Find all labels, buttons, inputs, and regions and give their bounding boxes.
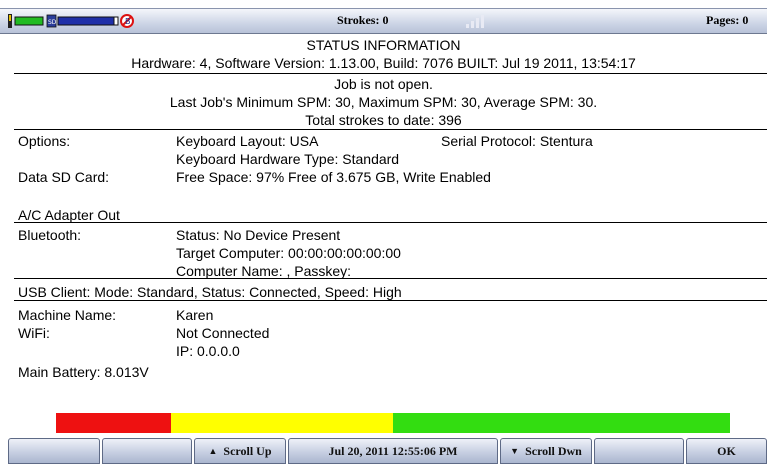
divider [14, 300, 767, 301]
machine-name-value: Karen [176, 307, 214, 323]
softkey-bar: ▲ Scroll Up Jul 20, 2011 12:55:06 PM ▼ S… [0, 436, 767, 466]
divider [14, 278, 767, 279]
serial-protocol: Serial Protocol: Stentura [441, 133, 593, 149]
bluetooth-label: Bluetooth: [18, 227, 82, 243]
keyboard-layout: Keyboard Layout: USA [176, 133, 319, 149]
machine-name-label: Machine Name: [18, 307, 117, 323]
battery-zone-yellow [171, 413, 393, 433]
down-arrow-icon: ▼ [510, 446, 520, 456]
datetime-label: Jul 20, 2011 12:55:06 PM [328, 443, 458, 458]
up-arrow-icon: ▲ [208, 446, 218, 456]
softkey-2[interactable] [102, 438, 192, 464]
hardware-info: Hardware: 4, Software Version: 1.13.00, … [131, 55, 636, 71]
battery-zone-green [393, 413, 730, 433]
battery-zone-red [56, 413, 171, 433]
sd-card-icon: SD [46, 14, 57, 28]
svg-text:B: B [125, 17, 131, 26]
scroll-down-button[interactable]: ▼ Scroll Dwn [500, 438, 592, 464]
sd-card-label: Data SD Card: [18, 169, 110, 185]
scroll-down-label: Scroll Dwn [525, 443, 582, 458]
pages-counter: Pages: 0 [706, 13, 749, 27]
status-information-panel: STATUS INFORMATION Hardware: 4, Software… [0, 36, 767, 381]
wifi-status: Not Connected [176, 325, 270, 341]
sd-card-free-space: Free Space: 97% Free of 3.675 GB, Write … [176, 169, 491, 185]
scroll-up-label: Scroll Up [223, 443, 272, 458]
scroll-up-button[interactable]: ▲ Scroll Up [194, 438, 286, 464]
top-status-bar: SD B Strokes: 0 Pages: 0 [0, 8, 767, 34]
softkey-1[interactable] [8, 438, 100, 464]
divider [14, 129, 767, 130]
battery-level-bar [56, 413, 730, 433]
strokes-counter: Strokes: 0 [337, 13, 389, 27]
wifi-ip: IP: 0.0.0.0 [176, 343, 240, 359]
bluetooth-status: Status: No Device Present [176, 227, 341, 243]
job-status: Job is not open. [334, 76, 433, 92]
keyboard-hardware-type: Keyboard Hardware Type: Standard [176, 151, 400, 167]
ok-label: OK [717, 443, 736, 458]
battery-icon [8, 14, 44, 28]
page-title: STATUS INFORMATION [306, 37, 461, 53]
datetime-display: Jul 20, 2011 12:55:06 PM [288, 438, 498, 464]
wifi-label: WiFi: [18, 325, 50, 341]
svg-text:SD: SD [48, 19, 57, 26]
divider [14, 222, 767, 223]
status-icons: SD B [8, 12, 138, 30]
signal-icon [466, 15, 484, 28]
divider [14, 73, 767, 74]
main-battery-voltage: Main Battery: 8.013V [18, 364, 149, 380]
memory-bar-icon [57, 16, 119, 26]
usb-client-info: USB Client: Mode: Standard, Status: Conn… [18, 284, 402, 300]
total-strokes: Total strokes to date: 396 [305, 112, 462, 128]
ok-button[interactable]: OK [686, 438, 767, 464]
bluetooth-target-computer: Target Computer: 00:00:00:00:00:00 [176, 245, 401, 261]
options-label: Options: [18, 133, 71, 149]
softkey-6[interactable] [594, 438, 684, 464]
spm-info: Last Job's Minimum SPM: 30, Maximum SPM:… [169, 94, 598, 110]
no-bluetooth-icon: B [120, 14, 134, 28]
